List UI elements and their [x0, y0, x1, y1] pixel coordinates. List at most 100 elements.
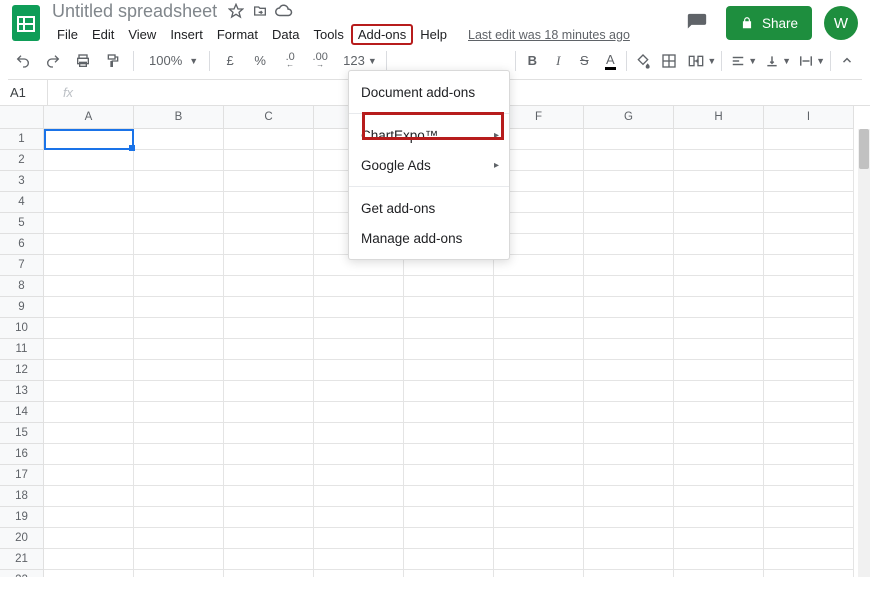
- cell[interactable]: [134, 549, 224, 570]
- cell[interactable]: [224, 276, 314, 297]
- cell[interactable]: [764, 129, 854, 150]
- italic-button[interactable]: I: [545, 48, 571, 74]
- cell[interactable]: [674, 171, 764, 192]
- doc-title[interactable]: Untitled spreadsheet: [48, 0, 221, 23]
- cell[interactable]: [314, 297, 404, 318]
- row-header[interactable]: 17: [0, 465, 44, 486]
- cell[interactable]: [764, 423, 854, 444]
- menu-insert[interactable]: Insert: [163, 24, 210, 45]
- cell[interactable]: [314, 360, 404, 381]
- cell[interactable]: [494, 570, 584, 577]
- cell[interactable]: [134, 486, 224, 507]
- cell[interactable]: [674, 129, 764, 150]
- cell[interactable]: [134, 381, 224, 402]
- cell[interactable]: [674, 465, 764, 486]
- cell[interactable]: [134, 339, 224, 360]
- cell[interactable]: [584, 402, 674, 423]
- cell[interactable]: [764, 486, 854, 507]
- cell[interactable]: [494, 549, 584, 570]
- cell[interactable]: [224, 444, 314, 465]
- menu-file[interactable]: File: [50, 24, 85, 45]
- cell[interactable]: [494, 381, 584, 402]
- cell[interactable]: [224, 213, 314, 234]
- cell[interactable]: [764, 150, 854, 171]
- row-header[interactable]: 9: [0, 297, 44, 318]
- cell[interactable]: [314, 570, 404, 577]
- cell[interactable]: [44, 507, 134, 528]
- cell[interactable]: [314, 486, 404, 507]
- decrease-decimals-button[interactable]: .0←: [277, 48, 303, 74]
- cell[interactable]: [674, 528, 764, 549]
- row-header[interactable]: 10: [0, 318, 44, 339]
- cell[interactable]: [674, 402, 764, 423]
- bold-button[interactable]: B: [519, 48, 545, 74]
- cell[interactable]: [674, 444, 764, 465]
- cell[interactable]: [134, 255, 224, 276]
- cell[interactable]: [404, 444, 494, 465]
- merge-cells-button[interactable]: ▼: [682, 48, 718, 74]
- cell[interactable]: [134, 276, 224, 297]
- dd-document-addons[interactable]: Document add-ons: [349, 77, 509, 107]
- cell[interactable]: [134, 570, 224, 577]
- cell[interactable]: [224, 486, 314, 507]
- cell[interactable]: [134, 507, 224, 528]
- name-box[interactable]: A1: [0, 80, 48, 105]
- cell[interactable]: [44, 549, 134, 570]
- cell[interactable]: [224, 255, 314, 276]
- cell[interactable]: [44, 402, 134, 423]
- cell[interactable]: [584, 171, 674, 192]
- cell[interactable]: [404, 549, 494, 570]
- cell[interactable]: [314, 465, 404, 486]
- cell[interactable]: [584, 360, 674, 381]
- cell[interactable]: [674, 570, 764, 577]
- cell[interactable]: [134, 423, 224, 444]
- cell[interactable]: [224, 360, 314, 381]
- cell[interactable]: [674, 486, 764, 507]
- row-header[interactable]: 3: [0, 171, 44, 192]
- move-icon[interactable]: [251, 2, 269, 20]
- paint-format-button[interactable]: [100, 48, 126, 74]
- cell[interactable]: [584, 339, 674, 360]
- row-header[interactable]: 20: [0, 528, 44, 549]
- cell[interactable]: [44, 360, 134, 381]
- cell[interactable]: [404, 360, 494, 381]
- cell[interactable]: [674, 381, 764, 402]
- cell[interactable]: [134, 360, 224, 381]
- cell[interactable]: [584, 381, 674, 402]
- cell[interactable]: [584, 213, 674, 234]
- cell[interactable]: [494, 402, 584, 423]
- zoom-select[interactable]: 100%▼: [141, 48, 202, 74]
- cell[interactable]: [224, 549, 314, 570]
- menu-addons[interactable]: Add-ons: [351, 24, 413, 45]
- cell[interactable]: [764, 360, 854, 381]
- star-icon[interactable]: [227, 2, 245, 20]
- row-header[interactable]: 18: [0, 486, 44, 507]
- cell[interactable]: [314, 528, 404, 549]
- share-button[interactable]: Share: [726, 6, 812, 40]
- row-header[interactable]: 11: [0, 339, 44, 360]
- cell[interactable]: [224, 171, 314, 192]
- cell[interactable]: [674, 339, 764, 360]
- cell[interactable]: [584, 276, 674, 297]
- cell[interactable]: [134, 171, 224, 192]
- cell[interactable]: [494, 465, 584, 486]
- cell[interactable]: [44, 528, 134, 549]
- cell[interactable]: [224, 129, 314, 150]
- cell[interactable]: [44, 234, 134, 255]
- cell[interactable]: [674, 423, 764, 444]
- cell[interactable]: [584, 549, 674, 570]
- cell[interactable]: [764, 255, 854, 276]
- cell[interactable]: [44, 465, 134, 486]
- cell[interactable]: [404, 528, 494, 549]
- cell[interactable]: [404, 570, 494, 577]
- row-header[interactable]: 4: [0, 192, 44, 213]
- cell[interactable]: [404, 465, 494, 486]
- row-header[interactable]: 5: [0, 213, 44, 234]
- account-avatar[interactable]: W: [824, 6, 858, 40]
- cell[interactable]: [134, 297, 224, 318]
- cell[interactable]: [584, 423, 674, 444]
- percent-button[interactable]: %: [247, 48, 273, 74]
- menu-data[interactable]: Data: [265, 24, 306, 45]
- cell[interactable]: [404, 318, 494, 339]
- strikethrough-button[interactable]: S: [571, 48, 597, 74]
